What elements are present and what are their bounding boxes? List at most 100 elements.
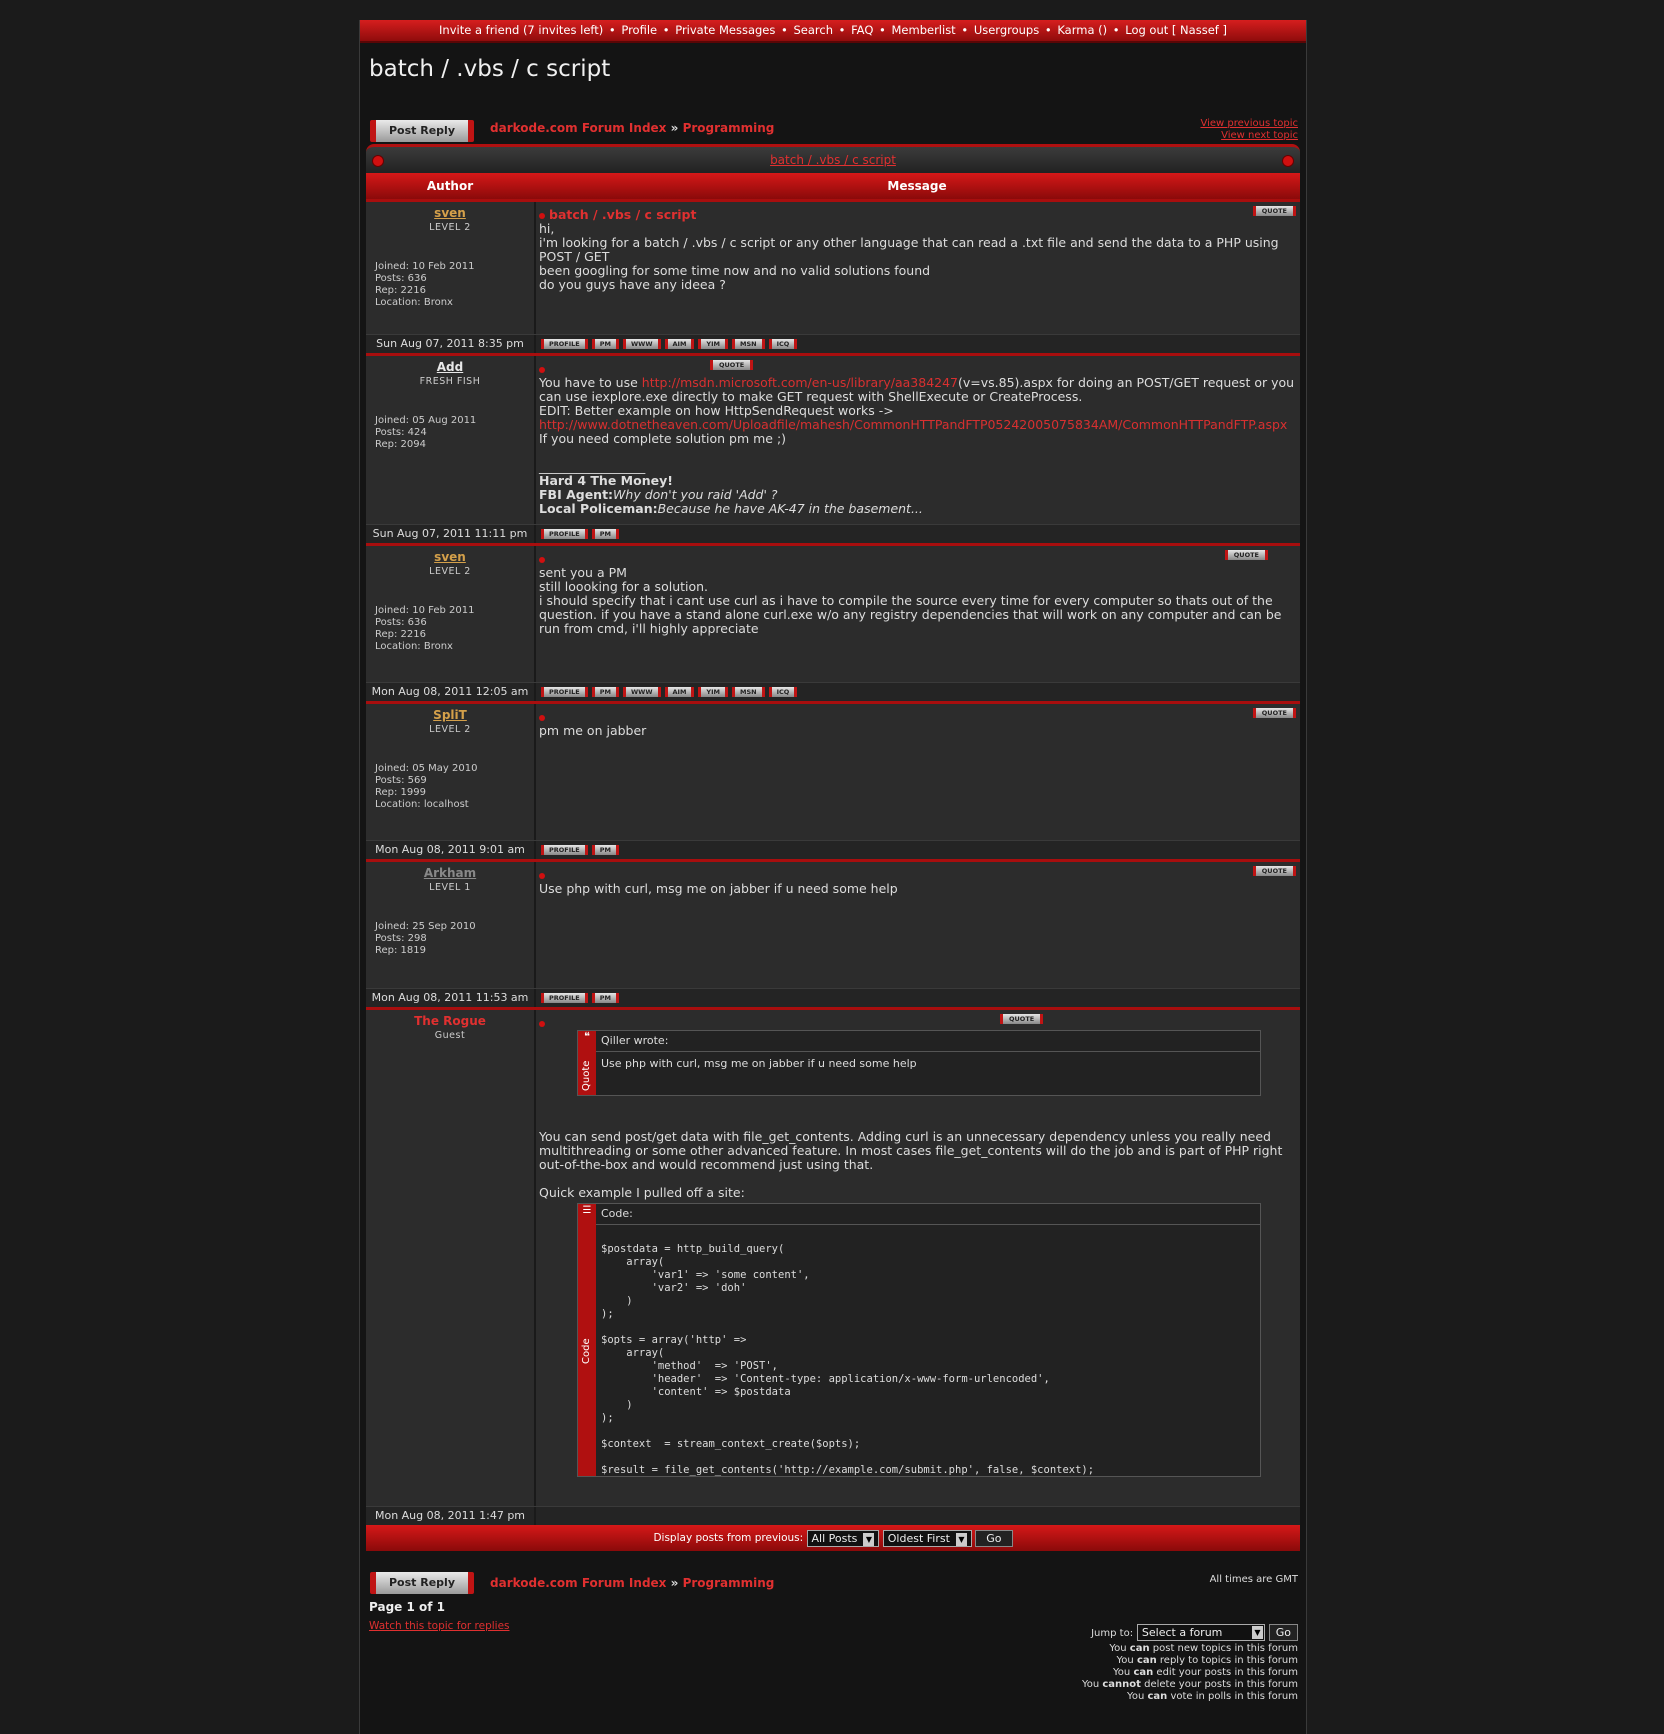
post-message: pm me on jabber QUOTE	[536, 704, 1300, 840]
aim-button[interactable]: AIM	[664, 687, 695, 697]
quote-button[interactable]: QUOTE	[1252, 866, 1296, 876]
signature-line: Local Policeman:Because he have AK-47 in…	[539, 502, 1297, 516]
post-line: still loooking for a solution.	[539, 579, 709, 594]
quote-block: ❝ Quote Qiller wrote: Use php with curl,…	[577, 1030, 1261, 1096]
post-author: SpliT LEVEL 2 Joined: 05 May 2010 Posts:…	[366, 704, 536, 840]
nav-karma-link[interactable]: Karma ()	[1055, 23, 1109, 37]
author-posts: Posts: 298	[375, 933, 427, 944]
author-rep: Rep: 2094	[375, 439, 426, 450]
aim-button[interactable]: AIM	[664, 339, 695, 349]
profile-button[interactable]: PROFILE	[541, 529, 588, 539]
quote-button[interactable]: QUOTE	[1224, 550, 1268, 560]
profile-button[interactable]: PROFILE	[541, 687, 588, 697]
nav-usergroups-link[interactable]: Usergroups	[972, 23, 1041, 37]
display-label: Display posts from previous:	[653, 1532, 804, 1544]
www-button[interactable]: WWW	[622, 687, 661, 697]
post: Add FRESH FISH Joined: 05 Aug 2011 Posts…	[366, 353, 1300, 524]
post-author: sven LEVEL 2 Joined: 10 Feb 2011 Posts: …	[366, 202, 536, 334]
icq-button[interactable]: ICQ	[768, 339, 798, 349]
list-icon: ☰	[582, 1205, 592, 1216]
yim-button[interactable]: YIM	[698, 687, 729, 697]
post-footer: Sun Aug 07, 2011 11:11 pm PROFILE PM	[366, 524, 1300, 543]
post-line: EDIT: Better example on how HttpSendRequ…	[539, 403, 894, 418]
author-joined: Joined: 25 Sep 2010	[375, 921, 476, 932]
author-location: Location: localhost	[375, 799, 469, 810]
quote-header: Qiller wrote:	[596, 1031, 1260, 1052]
author-location: Location: Bronx	[375, 297, 453, 308]
author-rank: FRESH FISH	[419, 376, 481, 387]
nav-invite-link[interactable]: Invite a friend (7 invites left)	[437, 23, 605, 37]
post-bullet-icon	[539, 366, 545, 373]
post-date: Sun Aug 07, 2011 11:11 pm	[366, 525, 536, 543]
author-name[interactable]: Arkham	[366, 866, 534, 880]
quote-button[interactable]: QUOTE	[710, 360, 754, 370]
breadcrumb-separator: »	[670, 1576, 679, 1590]
nav-pm-link[interactable]: Private Messages	[673, 23, 777, 37]
pm-button[interactable]: PM	[591, 687, 619, 697]
jump-go-button[interactable]: Go	[1268, 1624, 1298, 1641]
header-dot-right	[1282, 155, 1294, 167]
post-message: QUOTE ❝ Quote Qiller wrote: Use php with…	[536, 1010, 1300, 1506]
contact-buttons: PROFILE PM WWW AIM YIM MSN ICQ	[536, 683, 798, 701]
quote-button[interactable]: QUOTE	[1252, 708, 1296, 718]
breadcrumb-forum[interactable]: Programming	[683, 121, 775, 135]
post-line: i should specify that i cant use curl as…	[539, 593, 1282, 636]
nav-search-link[interactable]: Search	[791, 23, 835, 37]
topic-title-link[interactable]: batch / .vbs / c script	[770, 153, 896, 167]
post-message: sent you a PM still loooking for a solut…	[536, 546, 1300, 682]
author-name[interactable]: sven	[366, 550, 534, 564]
post-line: sent you a PM	[539, 565, 627, 580]
posts-period-select[interactable]: All Posts ▼	[806, 1529, 880, 1547]
icq-button[interactable]: ICQ	[768, 687, 798, 697]
permission-line: You can reply to topics in this forum	[1116, 1655, 1298, 1666]
post-reply-button-bottom[interactable]: Post Reply	[370, 1572, 474, 1594]
quote-button[interactable]: QUOTE	[1252, 206, 1296, 216]
pm-button[interactable]: PM	[591, 339, 619, 349]
pm-button[interactable]: PM	[591, 529, 619, 539]
nav-profile-link[interactable]: Profile	[619, 23, 659, 37]
profile-button[interactable]: PROFILE	[541, 993, 588, 1003]
post-paragraph: You can send post/get data with file_get…	[539, 1129, 1283, 1172]
signature-divider: _________________	[539, 459, 646, 474]
author-name[interactable]: sven	[366, 206, 534, 220]
sort-order-value: Oldest First	[887, 1531, 950, 1545]
author-name[interactable]: Add	[366, 360, 534, 374]
www-button[interactable]: WWW	[622, 339, 661, 349]
author-stats: Joined: 25 Sep 2010 Posts: 298 Rep: 1819	[366, 921, 534, 957]
breadcrumb-forum-index[interactable]: darkode.com Forum Index	[490, 121, 666, 135]
view-previous-topic-link[interactable]: View previous topic	[1200, 118, 1298, 130]
jump-label: Jump to:	[1091, 1628, 1134, 1639]
post-reply-button[interactable]: Post Reply	[370, 120, 474, 142]
quote-body: Use php with curl, msg me on jabber if u…	[601, 1057, 917, 1070]
chevron-down-icon: ▼	[955, 1532, 967, 1546]
profile-button[interactable]: PROFILE	[541, 339, 588, 349]
pm-button[interactable]: PM	[591, 845, 619, 855]
quote-button[interactable]: QUOTE	[1000, 1014, 1044, 1024]
view-next-topic-link[interactable]: View next topic	[1200, 130, 1298, 142]
yim-button[interactable]: YIM	[698, 339, 729, 349]
nav-memberlist-link[interactable]: Memberlist	[890, 23, 958, 37]
display-go-button[interactable]: Go	[975, 1529, 1013, 1547]
dotnetheaven-link[interactable]: http://www.dotnetheaven.com/Uploadfile/m…	[539, 418, 1297, 432]
permission-line: You cannot delete your posts in this for…	[1081, 1679, 1298, 1690]
profile-button[interactable]: PROFILE	[541, 845, 588, 855]
post-bullet-icon	[539, 556, 545, 563]
jump-forum-select[interactable]: Select a forum ▼	[1136, 1624, 1265, 1641]
post-line: pm me on jabber	[539, 723, 647, 738]
msn-button[interactable]: MSN	[732, 339, 765, 349]
sort-order-select[interactable]: Oldest First ▼	[882, 1529, 972, 1547]
signature-line: Hard 4 The Money!	[539, 473, 673, 488]
post-footer: Mon Aug 08, 2011 12:05 am PROFILE PM WWW…	[366, 682, 1300, 701]
breadcrumb-forum-index[interactable]: darkode.com Forum Index	[490, 1576, 666, 1590]
code-content[interactable]: $postdata = http_build_query( array( 'va…	[596, 1225, 1260, 1482]
post-date: Sun Aug 07, 2011 8:35 pm	[366, 335, 536, 353]
msn-button[interactable]: MSN	[732, 687, 765, 697]
post-footer: Mon Aug 08, 2011 11:53 am PROFILE PM	[366, 988, 1300, 1007]
pm-button[interactable]: PM	[591, 993, 619, 1003]
nav-logout-link[interactable]: Log out [ Nassef ]	[1123, 23, 1229, 37]
author-name[interactable]: SpliT	[366, 708, 534, 722]
nav-faq-link[interactable]: FAQ	[849, 23, 875, 37]
msdn-link[interactable]: http://msdn.microsoft.com/en-us/library/…	[642, 375, 958, 390]
watch-topic-link[interactable]: Watch this topic for replies	[369, 1620, 510, 1632]
breadcrumb-forum[interactable]: Programming	[683, 1576, 775, 1590]
